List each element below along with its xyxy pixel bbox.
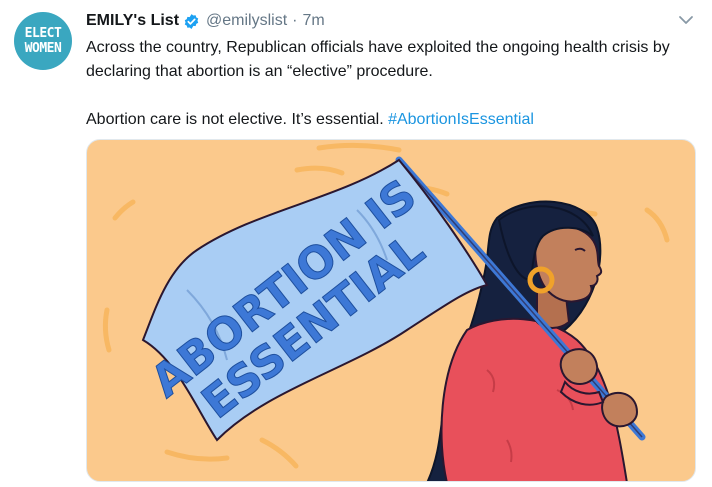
tweet-paragraph-2: Abortion care is not elective. It’s esse… [86,108,686,132]
avatar[interactable]: ELECT WOMEN [14,12,72,70]
tweet-text: Across the country, Republican officials… [86,36,686,132]
tweet-paragraph-2-text: Abortion care is not elective. It’s esse… [86,111,389,128]
handle[interactable]: @emilyslist [206,12,287,30]
chevron-down-icon[interactable] [678,12,694,28]
separator: · [292,12,298,29]
hand-upper [559,348,599,385]
tweet[interactable]: ELECT WOMEN EMILY's List @emilyslist · 7… [0,0,712,487]
tweet-paragraph-1: Across the country, Republican officials… [86,39,670,80]
verified-badge-icon [184,13,199,29]
avatar-line-2: WOMEN [24,41,62,56]
tweet-media[interactable]: ABORTION IS ESSENTIAL [86,139,696,482]
timestamp[interactable]: 7m [302,12,324,30]
display-name[interactable]: EMILY's List [86,12,179,30]
illustration: ABORTION IS ESSENTIAL [102,142,670,481]
tweet-header: EMILY's List @emilyslist · 7m [86,10,325,32]
hand-lower [601,391,639,428]
avatar-line-1: ELECT [24,26,62,41]
hashtag-link[interactable]: #AbortionIsEssential [388,111,534,128]
